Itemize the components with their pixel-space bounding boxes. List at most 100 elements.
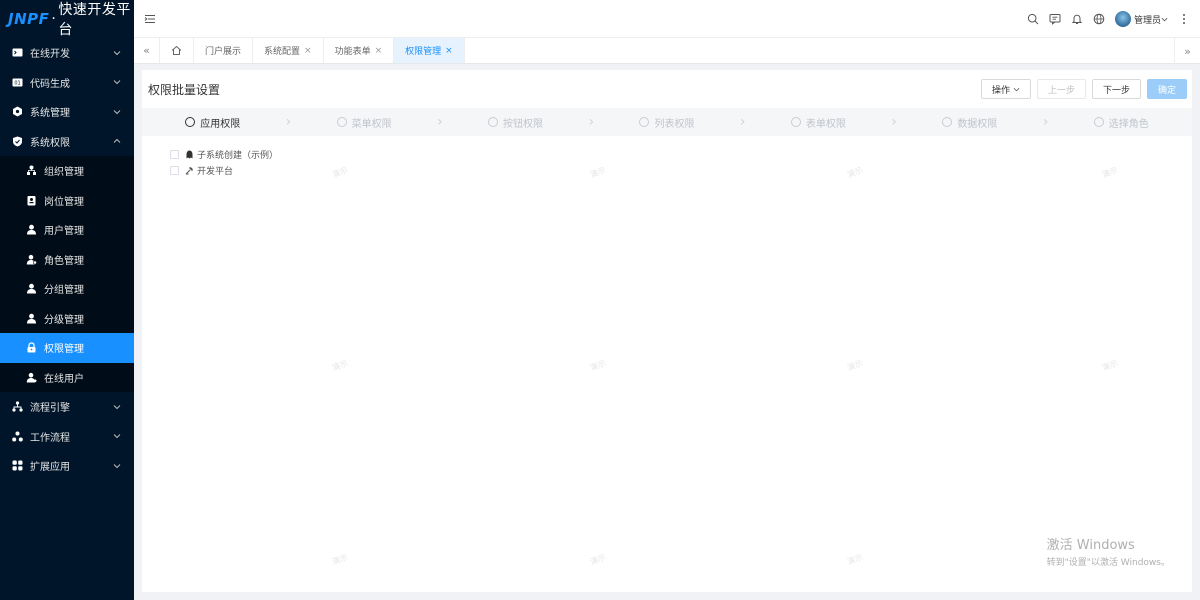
tab-label: 功能表单 [334, 47, 371, 57]
close-icon[interactable]: × [304, 46, 312, 56]
chevron-up-icon [113, 139, 121, 144]
actions-dropdown-button[interactable]: 操作 [980, 79, 1031, 99]
chevron-right-icon: › [437, 114, 443, 130]
more-vertical-icon[interactable] [1178, 13, 1190, 25]
step-label: 按钮权限 [503, 118, 544, 130]
tab-permission[interactable]: 权限管理 × [394, 38, 465, 63]
globe-icon[interactable] [1093, 13, 1105, 25]
flow-icon [12, 401, 23, 412]
submenu-system-permission: 组织管理 岗位管理 用户管理 角色管理 分组管理 分级管理 权限管理 在线用户 [0, 156, 134, 392]
step-label: 数据权限 [957, 118, 998, 130]
steps-bar: 应用权限 › 菜单权限 › 按钮权限 › 列表权限 › 表单权限 › 数据权限 … [142, 108, 1192, 136]
tab-portal[interactable]: 门户展示 [194, 38, 254, 63]
step-circle-icon [488, 117, 499, 127]
sidebar: JNPF · 快速开发平台 在线开发 01 代码生成 系统管理 系统权限 组织管… [0, 0, 134, 600]
code-icon: 01 [12, 77, 23, 88]
step-app-permission[interactable]: 应用权限 [142, 115, 283, 130]
menu-system-mgmt[interactable]: 系统管理 [0, 97, 134, 127]
step-list-permission[interactable]: 列表权限 [596, 115, 737, 130]
tree-checkbox[interactable] [170, 149, 179, 159]
sidebar-item-permission[interactable]: 权限管理 [0, 333, 134, 363]
step-menu-permission[interactable]: 菜单权限 [293, 115, 434, 130]
menu-system-permission[interactable]: 系统权限 [0, 127, 134, 157]
gear-icon [12, 106, 23, 117]
top-header: 管理员 [134, 0, 1200, 38]
user-menu[interactable]: 管理员 [1114, 11, 1168, 27]
menu-label: 工作流程 [30, 432, 70, 444]
sidebar-item-label: 分组管理 [44, 285, 84, 297]
sidebar-item-position[interactable]: 岗位管理 [0, 186, 134, 216]
step-button-permission[interactable]: 按钮权限 [445, 115, 586, 130]
menu-workflow[interactable]: 工作流程 [0, 422, 134, 452]
sidebar-item-user[interactable]: 用户管理 [0, 215, 134, 245]
confirm-button[interactable]: 确定 [1146, 79, 1187, 99]
activation-title: 激活 Windows [1046, 538, 1135, 553]
tab-function-form[interactable]: 功能表单 × [324, 38, 395, 63]
step-circle-icon [942, 117, 953, 127]
menu-label: 系统管理 [30, 108, 70, 120]
menu-code-gen[interactable]: 01 代码生成 [0, 68, 134, 98]
tabs-scroll-left-icon[interactable]: « [134, 38, 160, 63]
tree-item[interactable]: 开发平台 [170, 162, 1192, 178]
prev-step-button[interactable]: 上一步 [1036, 79, 1086, 99]
bell-icon[interactable] [1071, 13, 1083, 25]
menu-extensions[interactable]: 扩展应用 [0, 451, 134, 481]
windows-activation-notice: 激活 Windows 转到"设置"以激活 Windows。 [1047, 534, 1170, 568]
tab-label: 权限管理 [405, 47, 442, 57]
close-icon[interactable]: × [445, 46, 453, 56]
menu-fold-icon[interactable] [144, 13, 156, 25]
sidebar-item-org[interactable]: 组织管理 [0, 156, 134, 186]
watermark: 演示 [588, 358, 608, 373]
permission-batch-panel: 权限批量设置 操作 上一步 下一步 确定 应用权限 › 菜单权限 › 按钮权限 … [142, 70, 1192, 592]
tab-home[interactable] [160, 38, 194, 63]
chevron-right-icon: › [739, 114, 746, 130]
panel-header: 权限批量设置 操作 上一步 下一步 确定 [142, 70, 1192, 108]
step-circle-icon [639, 117, 650, 127]
chevron-down-icon [113, 434, 121, 439]
tool-icon [185, 166, 194, 175]
menu-online-dev[interactable]: 在线开发 [0, 38, 134, 68]
message-icon[interactable] [1049, 13, 1061, 25]
step-data-permission[interactable]: 数据权限 [899, 115, 1040, 130]
search-icon[interactable] [1027, 13, 1039, 25]
menu-label: 扩展应用 [30, 462, 70, 474]
chevron-down-icon [113, 463, 121, 468]
svg-text:01: 01 [14, 80, 20, 86]
step-select-role[interactable]: 选择角色 [1051, 115, 1192, 130]
next-step-button[interactable]: 下一步 [1091, 79, 1141, 99]
tab-bar: « 门户展示 系统配置 × 功能表单 × 权限管理 × » [134, 38, 1200, 64]
sidebar-item-label: 组织管理 [44, 167, 84, 179]
menu-flow-engine[interactable]: 流程引擎 [0, 392, 134, 422]
chevron-right-icon: › [285, 114, 292, 130]
step-label: 应用权限 [200, 118, 241, 130]
logo[interactable]: JNPF · 快速开发平台 [0, 0, 134, 38]
sidebar-item-label: 分级管理 [44, 314, 84, 326]
user-icon [26, 224, 37, 235]
watermark: 演示 [845, 358, 865, 373]
home-icon [171, 45, 182, 55]
menu-label: 在线开发 [30, 49, 70, 61]
step-label: 列表权限 [654, 118, 695, 130]
tree-item-label: 开发平台 [197, 166, 234, 177]
close-icon[interactable]: × [375, 46, 383, 56]
step-form-permission[interactable]: 表单权限 [748, 115, 889, 130]
sidebar-item-online-user[interactable]: 在线用户 [0, 363, 134, 393]
badge-icon [26, 195, 37, 206]
tabs-scroll-right-icon[interactable]: » [1174, 38, 1200, 64]
step-circle-icon [1093, 117, 1104, 127]
sidebar-item-group[interactable]: 分组管理 [0, 274, 134, 304]
tree-checkbox[interactable] [170, 165, 179, 175]
chevron-down-icon [113, 50, 121, 55]
tree-item[interactable]: 子系统创建（示例） [170, 146, 1192, 162]
sidebar-item-role[interactable]: 角色管理 [0, 245, 134, 275]
menu-label: 系统权限 [30, 137, 70, 149]
watermark: 演示 [330, 552, 350, 567]
chevron-down-icon [113, 80, 121, 85]
step-label: 菜单权限 [351, 118, 392, 130]
tab-system-config[interactable]: 系统配置 × [253, 38, 324, 63]
logo-title: 快速开发平台 [58, 2, 131, 38]
sidebar-item-level[interactable]: 分级管理 [0, 304, 134, 334]
chevron-right-icon: › [588, 114, 595, 130]
watermark: 演示 [845, 552, 865, 567]
level-icon [26, 313, 37, 324]
